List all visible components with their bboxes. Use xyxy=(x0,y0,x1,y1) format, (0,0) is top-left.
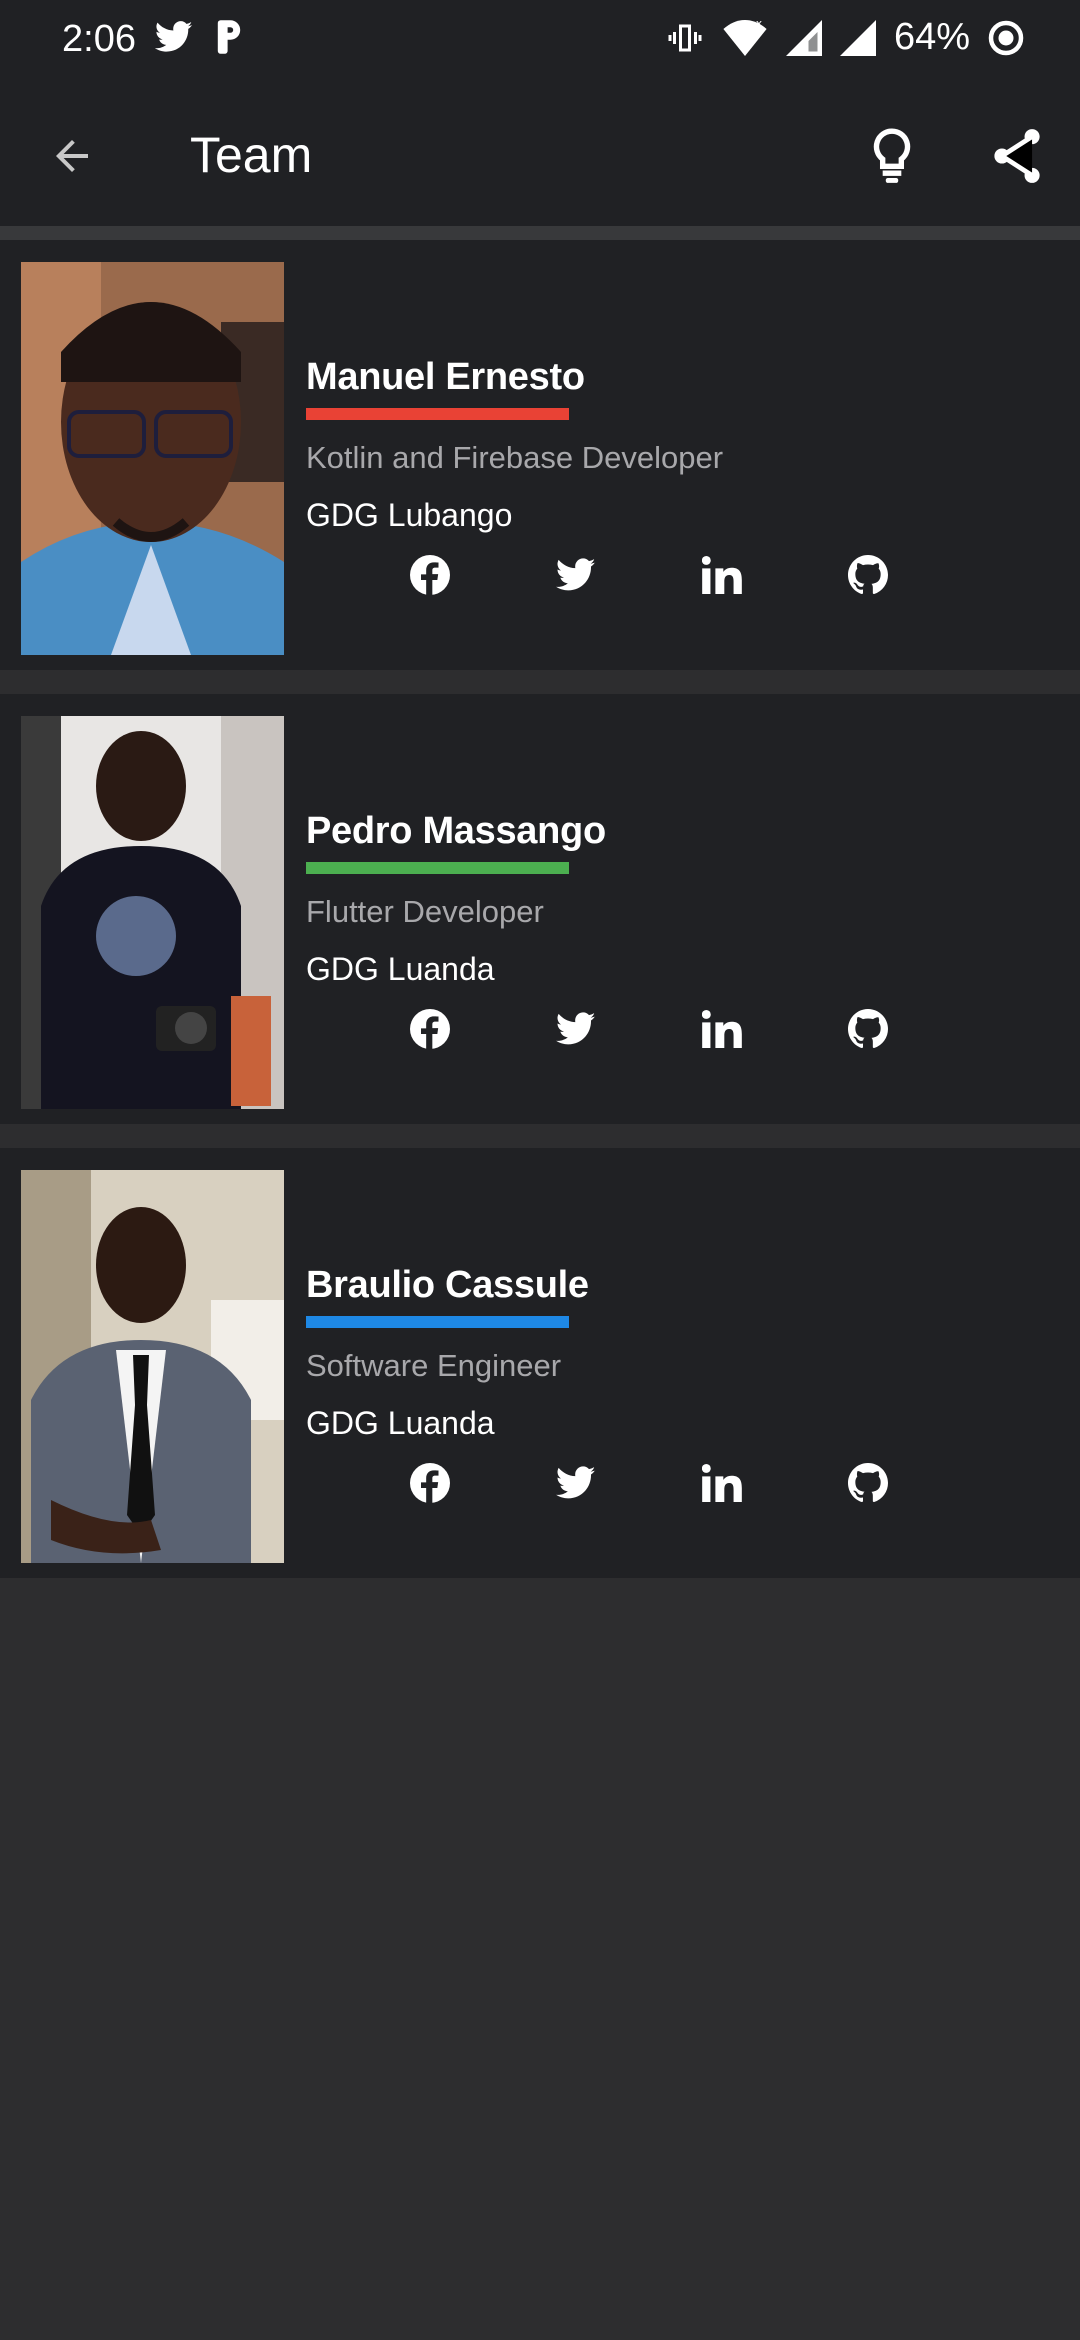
linkedin-button[interactable] xyxy=(702,1458,848,1508)
facebook-icon xyxy=(410,1009,450,1049)
member-org: GDG Luanda xyxy=(306,951,495,987)
status-bar: 2:06 x 64% xyxy=(0,0,1080,80)
facebook-button[interactable] xyxy=(410,1004,556,1054)
facebook-button[interactable] xyxy=(410,1458,556,1508)
pocket-icon xyxy=(217,20,241,54)
facebook-icon xyxy=(410,1463,450,1503)
social-links xyxy=(410,1458,994,1508)
team-member-card[interactable]: Pedro Massango Flutter Developer GDG Lua… xyxy=(0,694,1080,1124)
member-role: Kotlin and Firebase Developer xyxy=(306,440,724,475)
github-button[interactable] xyxy=(848,550,994,600)
team-member-card[interactable]: Braulio Cassule Software Engineer GDG Lu… xyxy=(0,1148,1080,1578)
twitter-button[interactable] xyxy=(556,1004,702,1054)
signal-icon-2 xyxy=(839,19,876,56)
card-gap xyxy=(0,1124,1080,1148)
lightbulb-icon xyxy=(873,128,911,183)
twitter-icon xyxy=(556,558,596,591)
member-photo xyxy=(21,716,284,1109)
twitter-button[interactable] xyxy=(556,550,702,600)
top-bar: 2:06 x 64% xyxy=(0,0,1080,226)
svg-text:x: x xyxy=(756,20,763,30)
github-icon xyxy=(848,1463,888,1503)
accent-bar xyxy=(306,1316,569,1328)
accent-bar xyxy=(306,408,569,420)
github-button[interactable] xyxy=(848,1004,994,1054)
member-photo xyxy=(21,1170,284,1563)
battery-level: 64% xyxy=(893,16,970,58)
member-role: Flutter Developer xyxy=(306,894,544,929)
share-button[interactable] xyxy=(985,120,1049,192)
member-name: Manuel Ernesto xyxy=(306,356,585,398)
page-title: Team xyxy=(190,127,313,183)
member-photo xyxy=(21,262,284,655)
member-name: Pedro Massango xyxy=(306,810,606,852)
linkedin-icon xyxy=(702,1464,742,1502)
accent-bar xyxy=(306,862,569,874)
twitter-icon xyxy=(556,1012,596,1045)
github-icon xyxy=(848,1009,888,1049)
notification-icons xyxy=(155,20,243,54)
twitter-icon xyxy=(556,1466,596,1499)
status-time: 2:06 xyxy=(62,18,136,60)
social-links xyxy=(410,550,994,600)
wifi-icon: x xyxy=(723,19,767,56)
member-org: GDG Lubango xyxy=(306,497,513,533)
github-icon xyxy=(848,555,888,595)
facebook-icon xyxy=(410,555,450,595)
twitter-notification-icon xyxy=(155,21,193,52)
social-links xyxy=(410,1004,994,1054)
member-org: GDG Luanda xyxy=(306,1405,495,1441)
team-member-card[interactable]: Manuel Ernesto Kotlin and Firebase Devel… xyxy=(0,240,1080,670)
member-name: Braulio Cassule xyxy=(306,1264,589,1306)
share-icon xyxy=(994,129,1040,183)
linkedin-button[interactable] xyxy=(702,550,848,600)
twitter-button[interactable] xyxy=(556,1458,702,1508)
team-list: Manuel Ernesto Kotlin and Firebase Devel… xyxy=(0,240,1080,1578)
back-button[interactable] xyxy=(40,124,104,188)
linkedin-button[interactable] xyxy=(702,1004,848,1054)
github-button[interactable] xyxy=(848,1458,994,1508)
card-gap xyxy=(0,670,1080,694)
linkedin-icon xyxy=(702,556,742,594)
divider xyxy=(0,226,1080,240)
linkedin-icon xyxy=(702,1010,742,1048)
sync-icon xyxy=(988,20,1024,55)
arrow-back-icon xyxy=(56,140,88,172)
theme-toggle-button[interactable] xyxy=(860,120,924,192)
facebook-button[interactable] xyxy=(410,550,556,600)
member-role: Software Engineer xyxy=(306,1348,562,1383)
vibrate-icon xyxy=(668,24,702,51)
signal-icon-1 xyxy=(785,19,822,56)
